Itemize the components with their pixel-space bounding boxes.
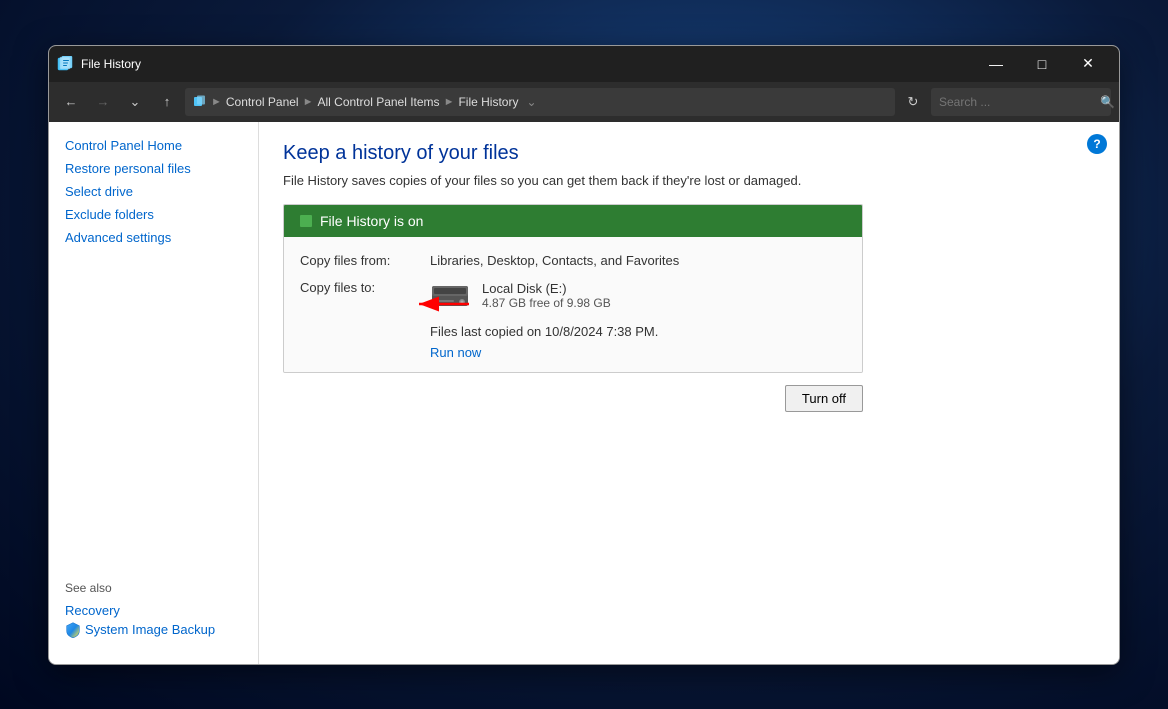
drive-details: Local Disk (E:) 4.87 GB free of 9.98 GB bbox=[482, 281, 611, 310]
page-title: Keep a history of your files bbox=[283, 142, 1095, 165]
sidebar-item-restore-personal-files[interactable]: Restore personal files bbox=[49, 157, 258, 180]
run-now-link[interactable]: Run now bbox=[430, 345, 481, 360]
turn-off-button[interactable]: Turn off bbox=[785, 385, 863, 412]
last-copied-text: Files last copied on 10/8/2024 7:38 PM. bbox=[430, 324, 846, 339]
page-description: File History saves copies of your files … bbox=[283, 173, 1095, 188]
content-panel: ? Keep a history of your files File Hist… bbox=[259, 122, 1119, 664]
breadcrumb-sep-2: ► bbox=[303, 96, 314, 108]
window-controls: — □ ✕ bbox=[973, 46, 1111, 82]
copy-files-to-label: Copy files to: bbox=[300, 280, 430, 295]
breadcrumb-file-history[interactable]: File History bbox=[458, 95, 518, 109]
address-bar: ← → ⌄ ↑ ► Control Panel ► All Control Pa… bbox=[49, 82, 1119, 122]
main-content: Control Panel Home Restore personal file… bbox=[49, 122, 1119, 664]
copy-files-from-label: Copy files from: bbox=[300, 253, 430, 268]
copy-files-from-value: Libraries, Desktop, Contacts, and Favori… bbox=[430, 253, 679, 268]
forward-button[interactable]: → bbox=[89, 88, 117, 116]
recovery-label: Recovery bbox=[65, 603, 120, 618]
up-button[interactable]: ↑ bbox=[153, 88, 181, 116]
system-image-backup-label: System Image Backup bbox=[85, 622, 215, 637]
title-bar: File History — □ ✕ bbox=[49, 46, 1119, 82]
shield-icon bbox=[65, 622, 81, 638]
sidebar-item-control-panel-home[interactable]: Control Panel Home bbox=[49, 134, 258, 157]
copy-files-to-row: Copy files to: bbox=[300, 280, 846, 312]
breadcrumb-icon bbox=[193, 95, 207, 109]
refresh-button[interactable]: ↻ bbox=[899, 88, 927, 116]
maximize-button[interactable]: □ bbox=[1019, 46, 1065, 82]
status-title: File History is on bbox=[320, 213, 423, 229]
search-input[interactable] bbox=[939, 95, 1094, 109]
status-indicator bbox=[300, 215, 312, 227]
last-copied-section: Files last copied on 10/8/2024 7:38 PM. … bbox=[430, 324, 846, 360]
breadcrumb-control-panel[interactable]: Control Panel bbox=[226, 95, 299, 109]
back-button[interactable]: ← bbox=[57, 88, 85, 116]
copy-files-from-row: Copy files from: Libraries, Desktop, Con… bbox=[300, 253, 846, 268]
sidebar-item-system-image-backup[interactable]: System Image Backup bbox=[65, 620, 242, 640]
drive-icon bbox=[430, 280, 470, 312]
sidebar-item-advanced-settings[interactable]: Advanced settings bbox=[49, 226, 258, 249]
sidebar-item-recovery[interactable]: Recovery bbox=[65, 601, 242, 620]
drive-info: Local Disk (E:) 4.87 GB free of 9.98 GB bbox=[430, 280, 611, 312]
sidebar-bottom: See also Recovery bbox=[49, 569, 258, 652]
app-icon bbox=[57, 56, 73, 72]
see-also-label: See also bbox=[65, 581, 242, 595]
recent-locations-button[interactable]: ⌄ bbox=[121, 88, 149, 116]
action-row: Turn off bbox=[283, 385, 863, 412]
sidebar-item-exclude-folders[interactable]: Exclude folders bbox=[49, 203, 258, 226]
status-header: File History is on bbox=[284, 205, 862, 237]
search-icon: 🔍 bbox=[1100, 95, 1115, 109]
breadcrumb-sep-3: ► bbox=[444, 96, 455, 108]
breadcrumb-bar: ► Control Panel ► All Control Panel Item… bbox=[185, 88, 895, 116]
search-box[interactable]: 🔍 bbox=[931, 88, 1111, 116]
drive-name: Local Disk (E:) bbox=[482, 281, 611, 296]
close-button[interactable]: ✕ bbox=[1065, 46, 1111, 82]
help-icon[interactable]: ? bbox=[1087, 134, 1107, 154]
sidebar-item-select-drive[interactable]: Select drive bbox=[49, 180, 258, 203]
window-title: File History bbox=[81, 57, 973, 71]
breadcrumb-all-items[interactable]: All Control Panel Items bbox=[318, 95, 440, 109]
sidebar: Control Panel Home Restore personal file… bbox=[49, 122, 259, 664]
status-box: File History is on Copy files from: Libr… bbox=[283, 204, 863, 373]
file-history-window: File History — □ ✕ ← → ⌄ ↑ ► Control Pan… bbox=[48, 45, 1120, 665]
breadcrumb-dropdown-chevron[interactable]: ⌄ bbox=[526, 95, 536, 109]
breadcrumb-sep-1: ► bbox=[211, 96, 222, 108]
status-body: Copy files from: Libraries, Desktop, Con… bbox=[284, 237, 862, 372]
drive-space: 4.87 GB free of 9.98 GB bbox=[482, 296, 611, 310]
minimize-button[interactable]: — bbox=[973, 46, 1019, 82]
